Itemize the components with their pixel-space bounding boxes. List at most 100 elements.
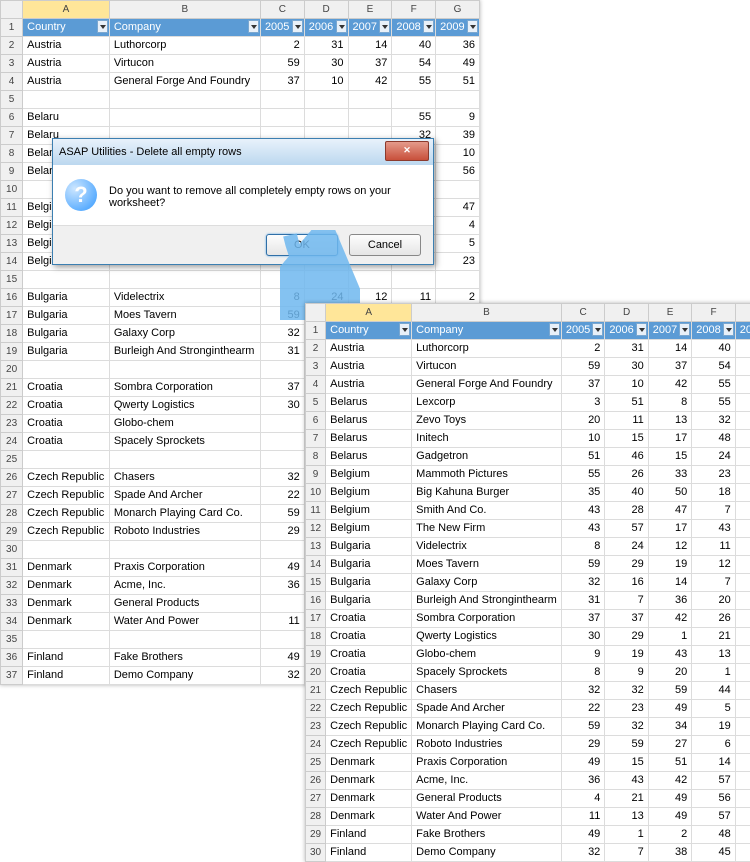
- cell[interactable]: Initech: [412, 430, 562, 448]
- cell[interactable]: 19: [648, 556, 691, 574]
- cell[interactable]: Belaru: [23, 109, 110, 127]
- row-header[interactable]: 4: [1, 73, 23, 91]
- cell[interactable]: [348, 109, 392, 127]
- row-header[interactable]: 16: [306, 592, 326, 610]
- cell[interactable]: 51: [735, 376, 750, 394]
- cell[interactable]: Moes Tavern: [109, 307, 260, 325]
- cell[interactable]: 36: [260, 577, 304, 595]
- cell[interactable]: [109, 451, 260, 469]
- cell[interactable]: 37: [561, 610, 604, 628]
- cell[interactable]: 11: [735, 718, 750, 736]
- cell[interactable]: 32: [260, 325, 304, 343]
- cell[interactable]: 12: [648, 538, 691, 556]
- cell[interactable]: [260, 109, 304, 127]
- row-header[interactable]: 11: [306, 502, 326, 520]
- cell[interactable]: Croatia: [23, 379, 110, 397]
- cell[interactable]: 56: [436, 163, 480, 181]
- cell[interactable]: Videlectrix: [412, 538, 562, 556]
- cell[interactable]: 30: [304, 55, 348, 73]
- cell[interactable]: [109, 271, 260, 289]
- cell[interactable]: 42: [648, 610, 691, 628]
- cell[interactable]: Denmark: [326, 772, 412, 790]
- cell[interactable]: 3: [561, 394, 604, 412]
- row-header[interactable]: 25: [1, 451, 23, 469]
- cell[interactable]: 9: [561, 646, 604, 664]
- column-header[interactable]: E: [648, 304, 691, 322]
- cell[interactable]: Finland: [326, 844, 412, 862]
- filter-header[interactable]: 2007: [348, 19, 392, 37]
- column-header[interactable]: F: [392, 1, 436, 19]
- row-header[interactable]: 20: [1, 361, 23, 379]
- row-header[interactable]: 7: [306, 430, 326, 448]
- cell[interactable]: [23, 541, 110, 559]
- cell[interactable]: Croatia: [23, 433, 110, 451]
- cell[interactable]: 59: [260, 505, 304, 523]
- cell[interactable]: 59: [561, 556, 604, 574]
- cell[interactable]: Spade And Archer: [412, 700, 562, 718]
- cell[interactable]: Praxis Corporation: [412, 754, 562, 772]
- row-header[interactable]: 3: [306, 358, 326, 376]
- cell[interactable]: 44: [692, 682, 735, 700]
- cell[interactable]: Belgium: [326, 466, 412, 484]
- cell[interactable]: [260, 91, 304, 109]
- row-header[interactable]: 2: [1, 37, 23, 55]
- cell[interactable]: Belgium: [326, 502, 412, 520]
- cell[interactable]: 8: [561, 664, 604, 682]
- cell[interactable]: Chasers: [109, 469, 260, 487]
- cell[interactable]: 10: [735, 430, 750, 448]
- filter-header[interactable]: 2008: [392, 19, 436, 37]
- cell[interactable]: 43: [561, 520, 604, 538]
- row-header[interactable]: 6: [306, 412, 326, 430]
- row-header[interactable]: 17: [1, 307, 23, 325]
- cell[interactable]: Denmark: [23, 577, 110, 595]
- cell[interactable]: 32: [260, 469, 304, 487]
- cell[interactable]: 29: [605, 628, 648, 646]
- cell[interactable]: 21: [692, 628, 735, 646]
- cell[interactable]: 2: [260, 37, 304, 55]
- cell[interactable]: Bulgaria: [23, 289, 110, 307]
- cell[interactable]: 36: [735, 340, 750, 358]
- cell[interactable]: 49: [260, 559, 304, 577]
- cell[interactable]: [260, 361, 304, 379]
- cell[interactable]: 37: [561, 376, 604, 394]
- cell[interactable]: 14: [648, 340, 691, 358]
- cell[interactable]: Sombra Corporation: [412, 610, 562, 628]
- cell[interactable]: Austria: [326, 340, 412, 358]
- cell[interactable]: 13: [692, 646, 735, 664]
- cell[interactable]: 21: [605, 790, 648, 808]
- cell[interactable]: 7: [605, 592, 648, 610]
- cell[interactable]: 24: [692, 448, 735, 466]
- cell[interactable]: 51: [648, 754, 691, 772]
- cell[interactable]: 4: [735, 484, 750, 502]
- cell[interactable]: [260, 595, 304, 613]
- row-header[interactable]: 1: [306, 322, 326, 340]
- cell[interactable]: 17: [648, 430, 691, 448]
- cell[interactable]: 29: [605, 556, 648, 574]
- cell[interactable]: 26: [692, 610, 735, 628]
- row-header[interactable]: 12: [1, 217, 23, 235]
- column-header[interactable]: D: [304, 1, 348, 19]
- row-header[interactable]: 14: [306, 556, 326, 574]
- cell[interactable]: 47: [648, 502, 691, 520]
- cell[interactable]: 14: [735, 628, 750, 646]
- row-header[interactable]: 28: [1, 505, 23, 523]
- cell[interactable]: 29: [260, 523, 304, 541]
- cell[interactable]: Bulgaria: [23, 325, 110, 343]
- cell[interactable]: Roboto Industries: [412, 736, 562, 754]
- cell[interactable]: [304, 91, 348, 109]
- filter-dropdown-icon[interactable]: [97, 20, 108, 33]
- filter-header[interactable]: 2009: [436, 19, 480, 37]
- cell[interactable]: 32: [605, 682, 648, 700]
- cell[interactable]: 5: [692, 700, 735, 718]
- cell[interactable]: 49: [561, 826, 604, 844]
- cell[interactable]: [109, 541, 260, 559]
- row-header[interactable]: 23: [306, 718, 326, 736]
- cell[interactable]: 13: [605, 808, 648, 826]
- cell[interactable]: Demo Company: [412, 844, 562, 862]
- row-header[interactable]: 32: [1, 577, 23, 595]
- cell[interactable]: 39: [735, 412, 750, 430]
- cell[interactable]: 6: [692, 736, 735, 754]
- cell[interactable]: Praxis Corporation: [109, 559, 260, 577]
- cell[interactable]: 14: [692, 754, 735, 772]
- cell[interactable]: 42: [648, 772, 691, 790]
